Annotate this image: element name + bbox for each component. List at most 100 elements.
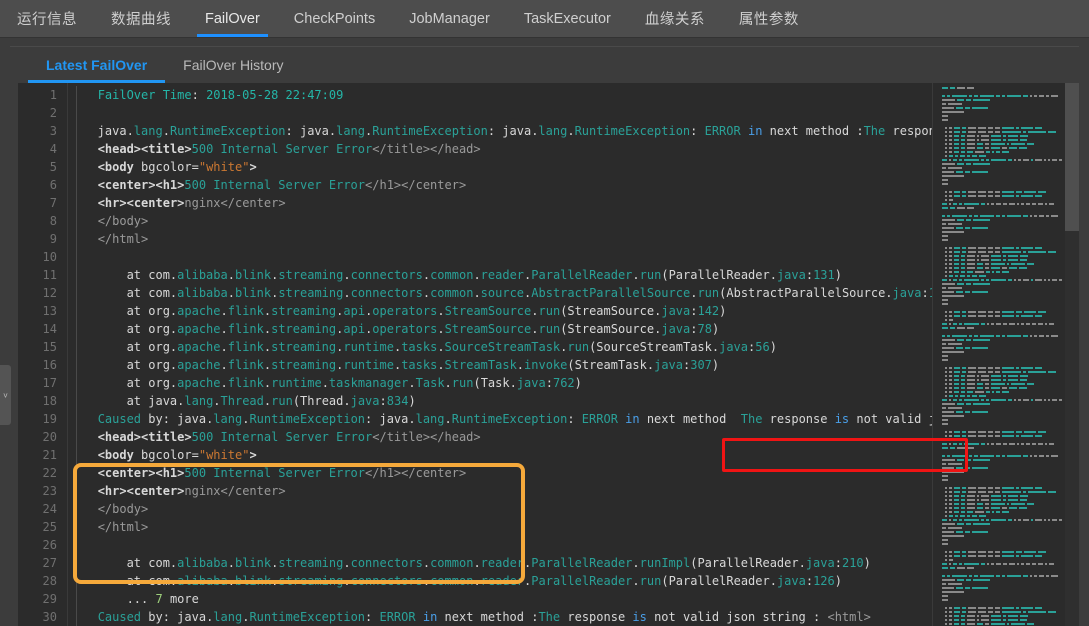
- indent-guide: [76, 86, 77, 626]
- log-line: at com.alibaba.blink.streaming.connector…: [126, 268, 842, 282]
- minimap-line: [937, 179, 1061, 182]
- minimap-line: [937, 571, 1061, 574]
- minimap-line: [937, 307, 1061, 310]
- minimap-line: [937, 175, 1061, 178]
- minimap-line: [937, 311, 1061, 314]
- tab-failover[interactable]: FailOver: [188, 0, 277, 37]
- log-line: <head><title>500 Internal Server Error</…: [97, 430, 481, 444]
- minimap-line: [937, 279, 1063, 282]
- minimap-line: [937, 271, 1061, 274]
- tab-label: CheckPoints: [293, 10, 376, 27]
- minimap-line: [937, 167, 1061, 170]
- tab-checkpoints[interactable]: CheckPoints: [277, 0, 392, 37]
- minimap-scrollbar[interactable]: [1065, 83, 1079, 626]
- failover-subtab-bar: Latest FailOver FailOver History: [10, 47, 1079, 83]
- line-number-gutter: 1 2 3 4 5 6 7 8 9 10 11 12 13 14 15 16 17 18 19 20 21 22 23 24 2…: [18, 83, 68, 626]
- line-number: 24: [42, 502, 57, 516]
- minimap-line: [937, 127, 1061, 130]
- minimap-line: [937, 511, 1061, 514]
- minimap-line: [937, 323, 1061, 326]
- line-number: 10: [42, 250, 57, 264]
- minimap-line: [937, 263, 1061, 266]
- minimap-line: [937, 467, 1061, 470]
- minimap-line: [937, 103, 1061, 106]
- minimap-line: [937, 107, 1061, 110]
- tab-label: 属性参数: [738, 12, 799, 28]
- minimap-line: [937, 491, 1061, 494]
- minimap-line: [937, 379, 1061, 382]
- tab-properties[interactable]: 属性参数: [722, 0, 816, 37]
- minimap-line: [937, 559, 1061, 562]
- line-number: 8: [49, 214, 57, 228]
- sidebar-collapse-handle-label: <: [0, 392, 10, 398]
- log-editor[interactable]: 1 2 3 4 5 6 7 8 9 10 11 12 13 14 15 16 17 18 19 20 21 22 23 24 2…: [18, 83, 1079, 626]
- minimap-line: [937, 531, 1061, 534]
- minimap-line: [937, 227, 1061, 230]
- minimap-line: [937, 155, 1061, 158]
- minimap-line: [937, 435, 1061, 438]
- minimap-line: [937, 395, 1061, 398]
- minimap-line: [937, 591, 1061, 594]
- minimap-scrollbar-thumb[interactable]: [1065, 83, 1079, 231]
- minimap-line: [937, 215, 1061, 218]
- minimap-line: [937, 371, 1061, 374]
- editor-minimap[interactable]: [932, 83, 1079, 626]
- line-number: 18: [42, 394, 57, 408]
- line-number: 28: [42, 574, 57, 588]
- minimap-line: [937, 283, 1061, 286]
- log-code-area[interactable]: FailOver Time: 2018-05-28 22:47:09 java.…: [68, 83, 1079, 626]
- minimap-line: [937, 419, 1061, 422]
- minimap-line: [937, 503, 1061, 506]
- log-line: Caused by: java.lang.RuntimeException: E…: [97, 610, 871, 624]
- subtab-failover-history[interactable]: FailOver History: [165, 47, 301, 83]
- minimap-line: [937, 239, 1061, 242]
- line-number: 12: [42, 286, 57, 300]
- tab-lineage[interactable]: 血缘关系: [628, 0, 722, 37]
- minimap-line: [937, 599, 1061, 602]
- line-number: 13: [42, 304, 57, 318]
- minimap-line: [937, 535, 1061, 538]
- log-line: </body>: [97, 214, 149, 228]
- minimap-line: [937, 415, 1061, 418]
- minimap-line: [937, 431, 1061, 434]
- line-number: 20: [42, 430, 57, 444]
- log-line: <center><h1>500 Internal Server Error</h…: [97, 466, 467, 480]
- log-line: at com.alibaba.blink.streaming.connector…: [126, 574, 842, 588]
- log-line: </html>: [97, 520, 149, 534]
- log-line: at org.apache.flink.streaming.runtime.ta…: [126, 340, 777, 354]
- top-navigation-bar: 运行信息 数据曲线 FailOver CheckPoints JobManage…: [0, 0, 1089, 38]
- minimap-line: [937, 91, 1061, 94]
- tab-running-info[interactable]: 运行信息: [0, 0, 94, 37]
- tab-data-curve[interactable]: 数据曲线: [94, 0, 188, 37]
- minimap-line: [937, 351, 1061, 354]
- minimap-line: [937, 595, 1061, 598]
- minimap-line: [937, 451, 1061, 454]
- minimap-line: [937, 355, 1061, 358]
- minimap-line: [937, 367, 1061, 370]
- minimap-line: [937, 375, 1061, 378]
- minimap-line: [937, 119, 1061, 122]
- log-line: </body>: [97, 502, 149, 516]
- log-line: FailOver Time: 2018-05-28 22:47:09: [97, 88, 344, 102]
- minimap-line: [937, 383, 1061, 386]
- log-line: Caused by: java.lang.RuntimeException: j…: [97, 412, 958, 426]
- minimap-line: [937, 259, 1061, 262]
- minimap-line: [937, 267, 1061, 270]
- line-number: 22: [42, 466, 57, 480]
- subtab-latest-failover[interactable]: Latest FailOver: [28, 47, 166, 83]
- log-line: <head><title>500 Internal Server Error</…: [97, 142, 481, 156]
- tab-taskexecutor[interactable]: TaskExecutor: [507, 0, 628, 37]
- tab-label: FailOver: [205, 10, 260, 27]
- minimap-line: [937, 519, 1063, 522]
- sidebar-collapse-handle[interactable]: <: [0, 365, 11, 425]
- minimap-line: [937, 199, 1061, 202]
- line-number: 27: [42, 556, 57, 570]
- minimap-line: [937, 423, 1061, 426]
- minimap-line: [937, 475, 1061, 478]
- log-line: at org.apache.flink.streaming.api.operat…: [126, 304, 727, 318]
- minimap-line: [937, 443, 1061, 446]
- tab-jobmanager[interactable]: JobManager: [392, 0, 507, 37]
- minimap-line: [937, 123, 1061, 126]
